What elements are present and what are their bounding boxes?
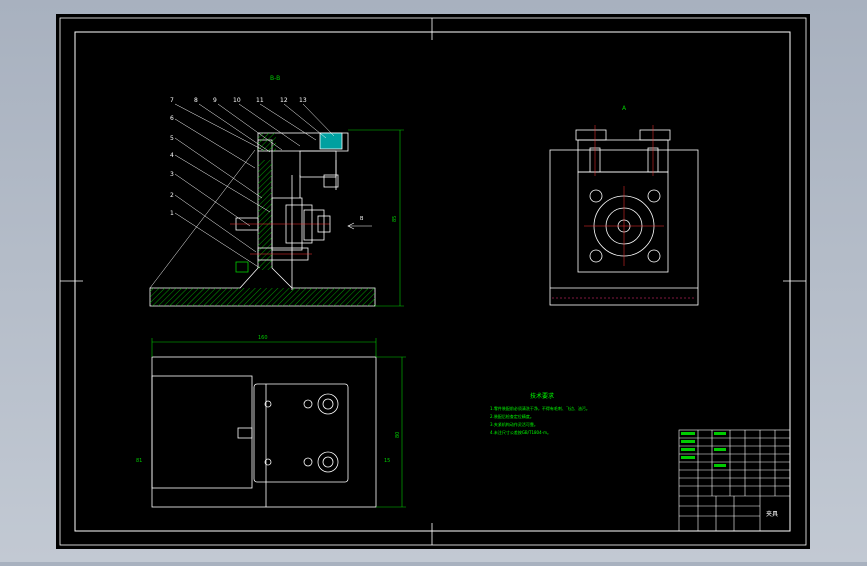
cad-viewport[interactable]: 7 8 9 10 11 12 13 6 5 4 3 2 1 B-B 85 B A [0,0,867,562]
base-hatch [150,288,375,306]
tech-line-3: 3.夹紧机构动作灵活可靠。 [490,421,538,427]
part-no-9: 9 [213,97,217,104]
side-mark-left: 81 [136,458,142,464]
part-no-11: 11 [256,97,264,104]
part-no-7: 7 [170,97,174,104]
tech-line-2: 2.装配后检查定位精度。 [490,413,534,419]
part-no-10: 10 [233,97,241,104]
column-hatch [258,160,272,270]
part-no-2: 2 [170,192,174,199]
width-dim-text: 160 [258,335,268,341]
side-mark-right: 15 [384,458,390,464]
section-label: B-B [270,75,280,82]
depth-dim-text: 80 [395,432,401,438]
part-no-1: 1 [170,210,174,217]
part-no-6: 6 [170,115,174,122]
part-no-13: 13 [299,97,307,104]
part-no-5: 5 [170,135,174,142]
cad-drawing: 7 8 9 10 11 12 13 6 5 4 3 2 1 B-B 85 B A [56,14,810,549]
part-no-4: 4 [170,152,174,159]
arrow-label: B [360,216,364,222]
tech-line-1: 1.零件装配前必须清洗干净，不得有毛刺、飞边、油污。 [490,405,590,411]
height-dim-text: 85 [392,216,398,222]
part-no-12: 12 [280,97,288,104]
part-no-3: 3 [170,171,174,178]
tech-title: 技术要求 [530,392,554,400]
drawing-sheet [56,14,810,549]
tech-line-4: 4.未注尺寸公差按GB/T1804-m。 [490,429,551,435]
title-block-name: 夹具 [766,510,778,518]
part-no-8: 8 [194,97,198,104]
